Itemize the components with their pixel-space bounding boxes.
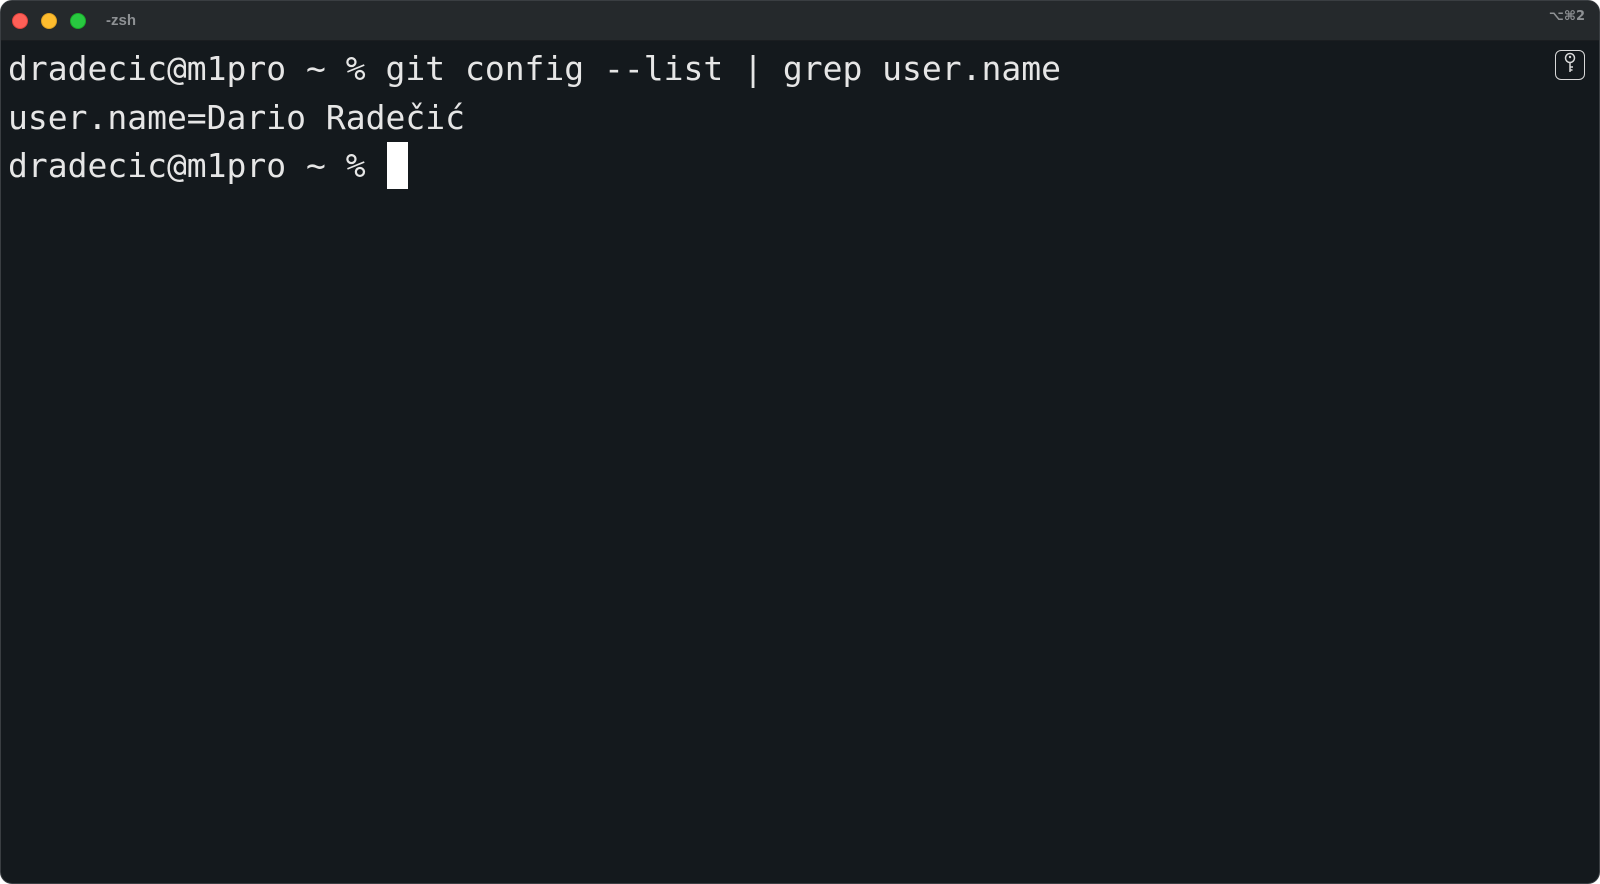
- secure-keyboard-entry-button[interactable]: [1555, 50, 1585, 80]
- minimize-button[interactable]: [41, 13, 57, 29]
- window-shortcut: ⌥⌘2: [1548, 9, 1585, 24]
- terminal-line: dradecic@m1pro ~ % git config --list | g…: [8, 49, 1061, 88]
- close-button[interactable]: [12, 13, 28, 29]
- zoom-button[interactable]: [70, 13, 86, 29]
- terminal-line: user.name=Dario Radečić: [8, 97, 465, 137]
- window-title: -zsh: [106, 12, 136, 29]
- terminal-prompt: dradecic@m1pro ~ %: [8, 146, 386, 185]
- key-icon: [1563, 52, 1577, 79]
- terminal-output[interactable]: dradecic@m1pro ~ % git config --list | g…: [8, 45, 1539, 883]
- title-bar[interactable]: -zsh ⌥⌘2: [1, 1, 1599, 41]
- text-cursor: [386, 142, 408, 189]
- terminal-window: -zsh ⌥⌘2 dradecic@m1pro ~ % git config -…: [0, 0, 1600, 884]
- terminal-prompt-line: dradecic@m1pro ~ %: [8, 142, 1539, 191]
